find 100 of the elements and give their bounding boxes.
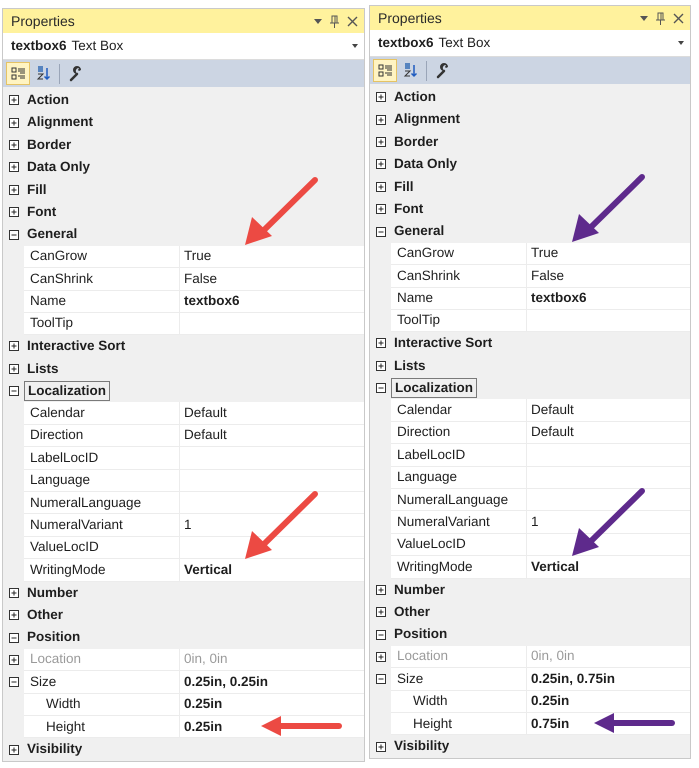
property-name[interactable]: CanGrow [24,246,180,268]
category-label[interactable]: Border [24,134,74,156]
category-label[interactable]: Position [391,623,450,646]
property-value[interactable]: 0.25in [184,694,222,714]
category-label[interactable]: Data Only [391,153,460,176]
categorized-button[interactable] [6,62,30,85]
category-label[interactable]: Visibility [391,735,452,758]
property-name[interactable]: NumeralVariant [391,511,527,534]
property-name[interactable]: WritingMode [24,559,180,582]
expand-icon[interactable] [376,159,386,170]
property-name[interactable]: ValueLocID [24,536,180,560]
dropdown-icon[interactable] [352,44,358,48]
value-field[interactable] [180,470,364,492]
category-label[interactable]: Number [391,578,448,601]
expand-icon[interactable] [8,341,18,352]
category-label[interactable]: Visibility [24,738,86,761]
category-label[interactable]: Fill [391,176,416,198]
collapse-icon[interactable] [376,630,386,640]
category-label[interactable]: Lists [24,358,62,380]
property-name[interactable]: NumeralLanguage [24,492,180,514]
category-label[interactable]: Lists [391,354,429,378]
property-name[interactable]: Width [391,690,527,713]
expand-icon[interactable] [376,136,386,147]
expand-icon[interactable] [8,162,18,172]
expand-icon[interactable] [376,182,386,192]
category-label[interactable]: Fill [24,178,50,201]
value-field[interactable] [180,312,364,336]
property-name[interactable]: Width [24,694,180,716]
expand-icon[interactable] [376,584,386,595]
dropdown-icon[interactable] [640,16,648,20]
value-field[interactable] [527,489,690,512]
property-name[interactable]: Direction [391,422,527,444]
dropdown-icon[interactable] [678,41,684,45]
property-name[interactable]: LabelLocID [391,444,527,467]
property-value[interactable]: 1 [531,512,539,532]
category-label[interactable]: Localization [391,378,478,398]
category-label[interactable]: Data Only [24,156,94,179]
close-icon[interactable] [347,16,358,26]
property-name[interactable]: NumeralLanguage [391,489,527,512]
expand-icon[interactable] [8,744,18,755]
expand-icon[interactable] [8,610,18,620]
category-label[interactable]: Font [24,200,60,224]
property-value[interactable]: False [531,266,564,286]
property-name[interactable]: Size [391,668,527,691]
pin-icon[interactable] [656,12,665,24]
expand-icon[interactable] [376,114,386,125]
property-name[interactable]: LabelLocID [24,447,180,470]
category-label[interactable]: Action [24,89,72,112]
expand-icon[interactable] [376,360,386,371]
property-value[interactable]: False [184,268,218,289]
property-value[interactable]: 1 [184,514,192,536]
property-name[interactable]: Height [391,712,527,736]
expand-icon[interactable] [8,207,18,218]
property-value[interactable]: 0.25in [184,716,222,737]
expand-icon[interactable] [376,204,386,214]
category-label[interactable]: Number [24,582,82,604]
property-name[interactable]: Name [391,288,527,310]
expand-icon[interactable] [8,118,18,128]
value-field[interactable] [180,492,364,514]
collapse-icon[interactable] [376,226,386,237]
property-name[interactable]: Direction [24,424,180,448]
category-label[interactable]: Action [391,86,439,108]
property-name[interactable]: WritingMode [391,556,527,579]
property-name[interactable]: ValueLocID [391,534,527,556]
category-label[interactable]: General [391,220,448,243]
category-label[interactable]: Alignment [24,111,96,134]
category-label[interactable]: General [24,223,80,246]
category-label[interactable]: Other [24,604,66,626]
value-field[interactable] [180,447,364,470]
category-label[interactable]: Interactive Sort [391,332,496,355]
expand-icon[interactable] [8,588,18,598]
dropdown-icon[interactable] [314,18,322,24]
property-name[interactable]: ToolTip [24,312,180,336]
property-name[interactable]: Language [391,466,527,490]
collapse-icon[interactable] [8,386,18,396]
value-field[interactable] [527,444,690,467]
property-name[interactable]: ToolTip [391,310,527,332]
category-label[interactable]: Border [391,130,442,154]
property-value[interactable]: True [184,246,212,267]
property-name[interactable]: CanShrink [24,268,180,291]
category-label[interactable]: Position [24,626,84,649]
category-label[interactable]: Other [391,600,434,624]
property-value[interactable]: True [531,243,558,264]
pin-icon[interactable] [330,14,339,28]
property-name[interactable]: CanGrow [391,242,527,266]
expand-icon[interactable] [376,607,386,618]
collapse-icon[interactable] [376,674,386,684]
property-name[interactable]: Calendar [24,402,180,425]
category-label[interactable]: Alignment [391,108,463,131]
property-name[interactable]: Name [24,290,180,313]
property-name[interactable]: Height [24,716,180,738]
expand-icon[interactable] [8,184,18,195]
property-name[interactable]: NumeralVariant [24,514,180,537]
collapse-icon[interactable] [376,383,386,394]
collapse-icon[interactable] [8,677,18,688]
property-name[interactable]: Language [24,470,180,492]
value-field[interactable] [527,466,690,490]
property-name[interactable]: Calendar [391,399,527,422]
value-field[interactable] [527,310,690,332]
expand-icon[interactable] [376,92,386,102]
